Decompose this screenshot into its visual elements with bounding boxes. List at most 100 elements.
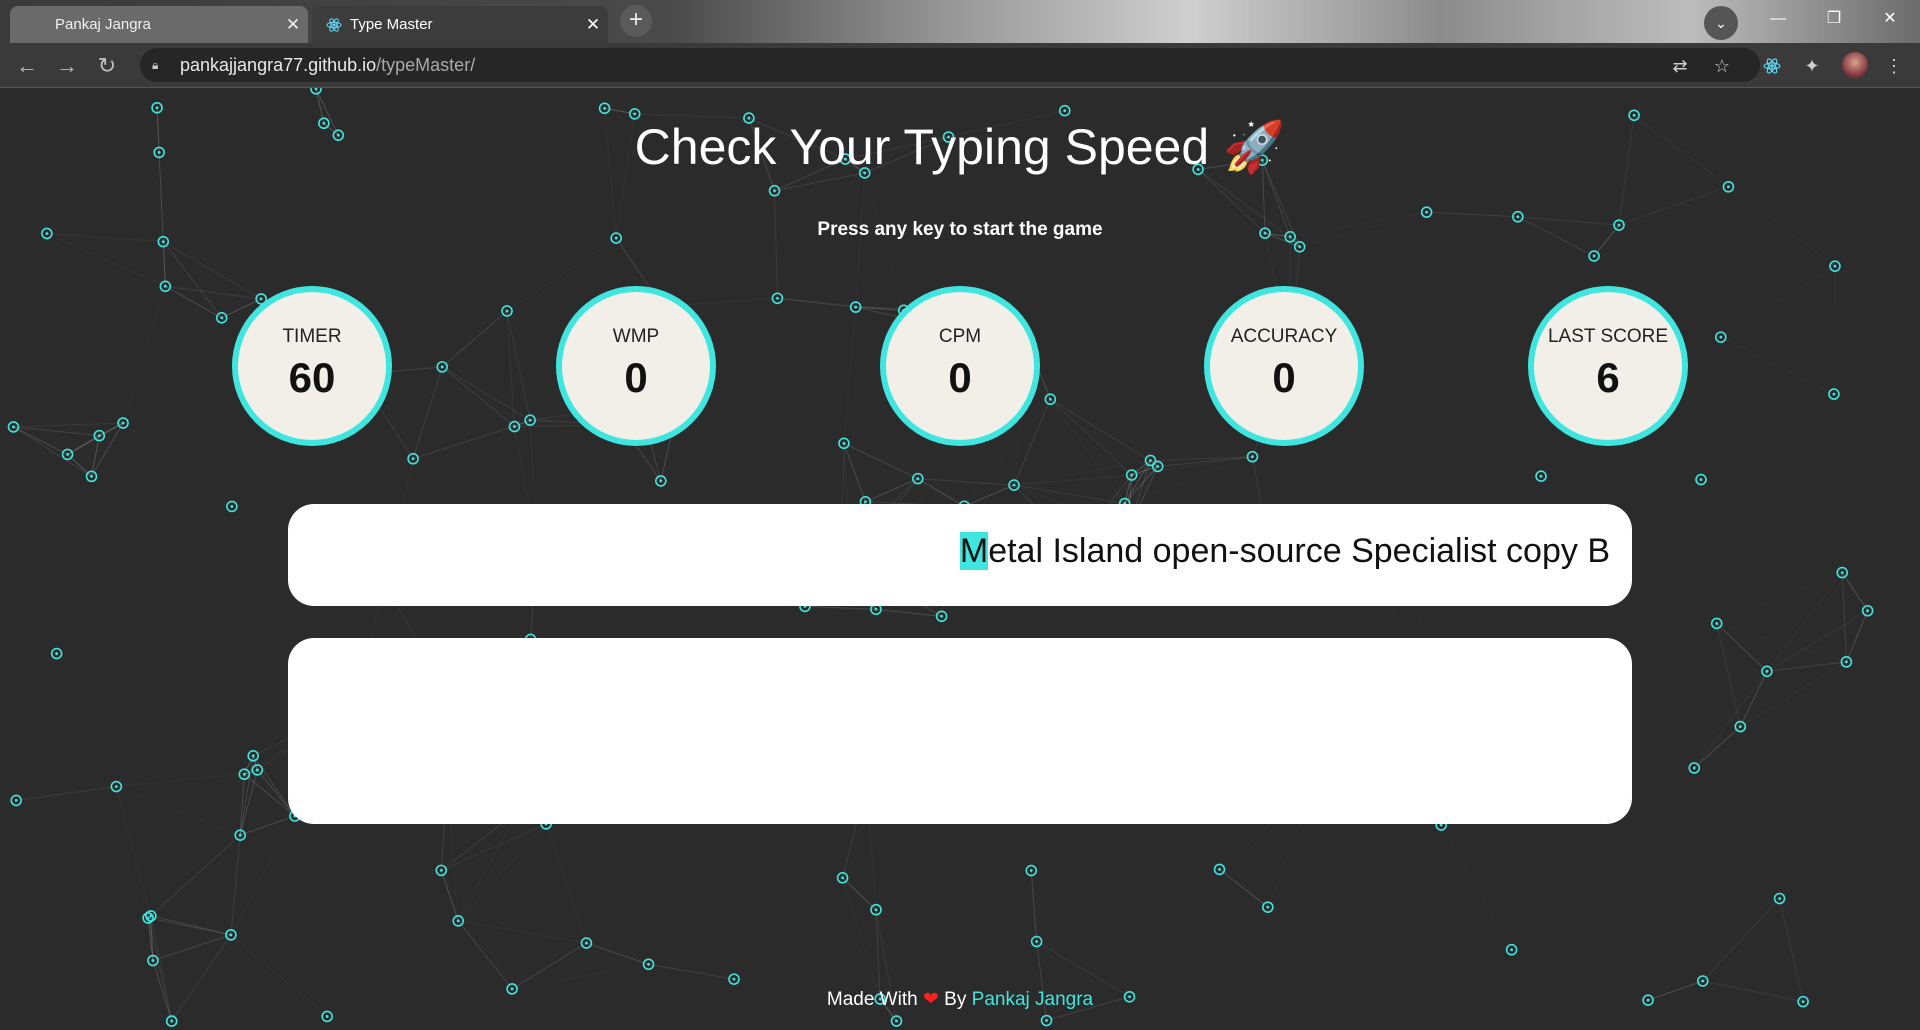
network-node-dot	[895, 1019, 898, 1023]
network-node-dot	[916, 477, 920, 481]
stat-label: ACCURACY	[1230, 326, 1338, 347]
network-node-dot	[1832, 392, 1836, 396]
network-node-dot	[220, 316, 224, 320]
network-link	[163, 241, 262, 300]
timer-stat: TIMER 60	[232, 286, 392, 446]
network-link	[777, 297, 904, 311]
network-node-dot	[1833, 264, 1837, 268]
network-link	[116, 770, 257, 787]
react-devtools-icon[interactable]	[1760, 54, 1784, 78]
network-node-dot	[439, 868, 443, 872]
tab-type-master[interactable]: Type Master ✕	[312, 6, 608, 43]
translate-icon[interactable]: ⇄	[1668, 54, 1692, 78]
network-node-dot	[1719, 335, 1723, 339]
network-link	[13, 426, 100, 437]
author-link[interactable]: Pankaj Jangra	[972, 989, 1093, 1010]
avatar[interactable]	[1842, 52, 1868, 78]
network-link	[13, 426, 92, 477]
forward-icon[interactable]: →	[52, 51, 82, 81]
network-node-dot	[1632, 113, 1636, 117]
tab-pankaj-jangra[interactable]: Pankaj Jangra ✕	[10, 6, 308, 43]
network-link	[1124, 460, 1151, 504]
restore-icon[interactable]: ❐	[1806, 0, 1862, 38]
network-link	[1779, 898, 1804, 1002]
network-link	[412, 419, 531, 460]
star-icon[interactable]: ☆	[1710, 54, 1734, 78]
network-node-dot	[1439, 823, 1443, 827]
network-node-dot	[940, 614, 943, 618]
browser-tab-strip: Pankaj Jangra ✕ Type Master ✕ + ⌄ — ❐ ✕	[0, 0, 1920, 43]
heart-icon: ❤	[922, 989, 939, 1010]
network-node-dot	[1765, 669, 1769, 673]
network-node-dot	[146, 916, 150, 920]
network-link	[57, 654, 117, 787]
window-close-icon[interactable]: ✕	[1862, 0, 1918, 38]
minimize-icon[interactable]: —	[1750, 0, 1806, 38]
stat-label: TIMER	[282, 326, 342, 347]
new-tab-button[interactable]: +	[620, 5, 652, 37]
extensions-icon[interactable]: ✦	[1800, 54, 1824, 78]
network-link	[1702, 898, 1780, 982]
network-link	[605, 108, 749, 118]
network-node-dot	[874, 908, 878, 912]
stat-label: WMP	[612, 326, 660, 347]
footer-prefix: Made With	[826, 989, 918, 1010]
network-link	[1049, 398, 1133, 476]
network-node-dot	[528, 418, 532, 422]
network-node-dot	[121, 421, 125, 425]
network-node-dot	[1516, 215, 1520, 219]
network-node-dot	[874, 607, 878, 611]
network-node-dot	[585, 941, 588, 945]
stat-label: CPM	[938, 326, 982, 347]
close-icon[interactable]: ✕	[578, 15, 608, 35]
network-link	[586, 942, 649, 965]
network-node-dot	[259, 297, 263, 301]
network-node-dot	[97, 434, 101, 438]
network-node-dot	[255, 768, 259, 772]
network-node-dot	[114, 785, 118, 788]
network-link	[1030, 870, 1038, 942]
network-node-dot	[66, 453, 69, 456]
network-node-dot	[1539, 474, 1543, 478]
address-bar[interactable]: 🔒︎ pankajjangra77.github.io/typeMaster/	[140, 48, 1760, 82]
network-node-dot	[1298, 245, 1302, 249]
accuracy-stat: ACCURACY 0	[1204, 286, 1364, 446]
stat-value: 60	[288, 354, 336, 401]
url-text: pankajjangra77.github.io/typeMaster/	[180, 55, 475, 76]
network-node-dot	[633, 112, 637, 116]
network-link	[458, 920, 587, 944]
network-link	[775, 191, 856, 307]
network-node-dot	[773, 189, 776, 193]
reload-icon[interactable]: ↻	[92, 51, 122, 81]
network-link	[1013, 474, 1132, 486]
network-link	[412, 366, 443, 459]
close-icon[interactable]: ✕	[278, 15, 308, 35]
typing-input[interactable]	[288, 638, 1632, 824]
network-node-dot	[12, 425, 15, 429]
network-link	[1426, 211, 1518, 218]
network-node-dot	[1866, 609, 1870, 613]
network-node-dot	[170, 1019, 174, 1023]
network-node-dot	[1738, 725, 1742, 728]
footer: Made With ❤ By Pankaj Jangra	[0, 988, 1920, 1011]
network-node-dot	[1425, 210, 1429, 214]
network-node-dot	[1844, 660, 1848, 664]
network-node-dot	[90, 474, 93, 478]
network-link	[1701, 480, 1717, 624]
footer-by: By	[944, 989, 967, 1010]
network-node-dot	[456, 919, 460, 923]
back-icon[interactable]: ←	[12, 51, 42, 81]
network-link	[147, 834, 241, 919]
network-node-dot	[1840, 571, 1844, 575]
network-node-dot	[1218, 867, 1221, 871]
menu-icon[interactable]: ⋮	[1882, 54, 1906, 78]
tab-search-icon[interactable]: ⌄	[1704, 6, 1738, 40]
lock-icon[interactable]: 🔒︎	[152, 58, 166, 72]
network-node-dot	[251, 754, 255, 758]
network-link	[441, 310, 508, 368]
network-link	[519, 810, 586, 943]
network-node-dot	[1029, 869, 1033, 872]
network-node-dot	[163, 284, 167, 288]
network-node-dot	[842, 441, 846, 445]
network-node-dot	[513, 425, 516, 428]
